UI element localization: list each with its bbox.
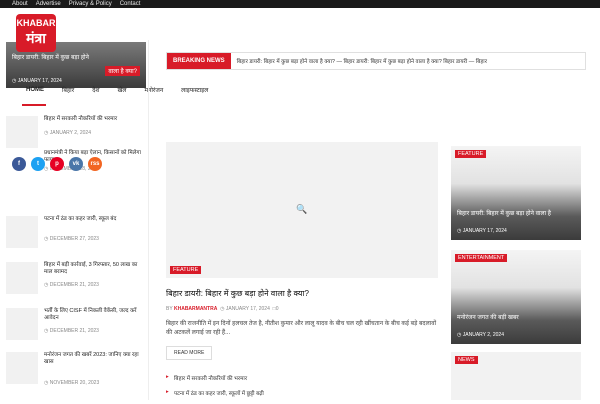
- nav-item-desh[interactable]: देश: [92, 86, 99, 94]
- nav-item-khel[interactable]: खेल: [117, 86, 126, 94]
- list-thumbnail[interactable]: [6, 216, 38, 248]
- left-hero-title[interactable]: बिहार डायरी: बिहार में कुछ बड़ा होने: [12, 54, 140, 62]
- pinterest-icon[interactable]: p: [50, 157, 64, 171]
- right-card[interactable]: FEATURE बिहार डायरी: बिहार में कुछ बड़ा …: [451, 146, 581, 240]
- list-item-date: ◷ JANUARY 2, 2024: [44, 130, 91, 136]
- breaking-news-bar: BREAKING NEWS बिहार डायरी: बिहार में कुछ…: [166, 52, 586, 70]
- featured-date: JANUARY 17, 2024: [225, 306, 270, 312]
- list-item-title[interactable]: भर्ती के लिए CISF में निकली वैकेंसी, जल्…: [44, 308, 146, 322]
- breaking-news-label: BREAKING NEWS: [167, 53, 231, 69]
- topbar-link-contact[interactable]: Contact: [120, 1, 141, 7]
- left-hero-tag: वाला है क्या?: [105, 66, 140, 76]
- breaking-news-ticker[interactable]: बिहार डायरी: बिहार में कुछ बड़ा होने वाल…: [231, 57, 487, 65]
- logo-line1: KHABAR: [16, 18, 56, 28]
- site-logo[interactable]: KHABAR मंत्रा: [16, 14, 56, 52]
- bullet-link[interactable]: बिहार में सरकारी नौकरियों की भरमार: [166, 374, 438, 382]
- right-card[interactable]: ENTERTAINMENT मनोरंजन जगत की बड़ी खबर ◷ …: [451, 250, 581, 344]
- card-date: ◷ JANUARY 2, 2024: [457, 332, 504, 338]
- search-icon[interactable]: 🔍: [296, 204, 307, 215]
- featured-category-tag[interactable]: FEATURE: [170, 266, 202, 274]
- card-title[interactable]: मनोरंजन जगत की बड़ी खबर: [457, 314, 575, 322]
- comment-count[interactable]: 0: [276, 306, 279, 312]
- twitter-icon[interactable]: t: [31, 157, 45, 171]
- topbar-link-advertise[interactable]: Advertise: [36, 1, 61, 7]
- topbar-link-privacy[interactable]: Privacy & Policy: [69, 1, 112, 7]
- nav-item-lifestyle[interactable]: लाइफस्टाइल: [181, 86, 208, 94]
- list-item[interactable]: पटना में ठंड का कहर जारी, स्कूल बंद ◷ DE…: [6, 216, 146, 256]
- list-item-date: ◷ NOVEMBER 20, 2023: [44, 380, 100, 386]
- card-date: ◷ JANUARY 17, 2024: [457, 228, 507, 234]
- column-divider: [148, 40, 149, 400]
- nav-active-indicator: [22, 104, 46, 106]
- share-bar: f t p vk rss: [12, 157, 102, 171]
- card-category-tag[interactable]: ENTERTAINMENT: [455, 254, 508, 262]
- card-title[interactable]: बिहार डायरी: बिहार में कुछ बड़ा होने वाल…: [457, 210, 575, 218]
- list-item-date: ◷ DECEMBER 21, 2023: [44, 282, 99, 288]
- topbar-link-about[interactable]: About: [12, 1, 28, 7]
- list-thumbnail[interactable]: [6, 352, 38, 384]
- list-item-title[interactable]: बिहार में सरकारी नौकरियों की भरमार: [44, 116, 146, 123]
- nav-item-bihar[interactable]: बिहार: [62, 86, 74, 94]
- featured-meta: BY KHABARMANTRA ◷ JANUARY 17, 2024 □0: [166, 306, 278, 312]
- list-item[interactable]: मनोरंजन जगत की खबरें 2023: जानिए क्या रह…: [6, 352, 146, 392]
- featured-image[interactable]: 🔍: [166, 142, 438, 278]
- list-item[interactable]: भर्ती के लिए CISF में निकली वैकेंसी, जल्…: [6, 308, 146, 348]
- card-category-tag[interactable]: NEWS: [455, 356, 478, 364]
- right-card[interactable]: NEWS: [451, 352, 581, 400]
- top-bar: About Advertise Privacy & Policy Contact: [0, 0, 600, 8]
- left-hero-date: ◷ JANUARY 17, 2024: [12, 78, 62, 84]
- list-item-date: ◷ DECEMBER 21, 2023: [44, 328, 99, 334]
- list-item-title[interactable]: पटना में ठंड का कहर जारी, स्कूल बंद: [44, 216, 146, 223]
- list-item-date: ◷ DECEMBER 27, 2023: [44, 236, 99, 242]
- bullet-link[interactable]: पटना में ठंड का कहर जारी, स्कूलों में छु…: [166, 389, 438, 397]
- list-thumbnail[interactable]: [6, 116, 38, 148]
- featured-title[interactable]: बिहार डायरी: बिहार में कुछ बड़ा होने वाल…: [166, 288, 438, 299]
- main-nav: HOME बिहार देश खेल मनोरंजन लाइफस्टाइल: [26, 86, 208, 94]
- nav-item-home[interactable]: HOME: [26, 87, 44, 93]
- featured-excerpt: बिहार की राजनीति में इन दिनों हलचल तेज ह…: [166, 321, 437, 336]
- author-prefix: BY: [166, 306, 173, 312]
- list-thumbnail[interactable]: [6, 262, 38, 294]
- list-item-title[interactable]: मनोरंजन जगत की खबरें 2023: जानिए क्या रह…: [44, 352, 146, 366]
- list-thumbnail[interactable]: [6, 308, 38, 340]
- list-item[interactable]: बिहार में बड़ी कार्रवाई, 3 गिरफ्तार, 50 …: [6, 262, 146, 302]
- list-item-title[interactable]: बिहार में बड़ी कार्रवाई, 3 गिरफ्तार, 50 …: [44, 262, 146, 276]
- left-hero-date-text: JANUARY 17, 2024: [17, 78, 62, 84]
- rss-icon[interactable]: rss: [88, 157, 102, 171]
- clock-icon: ◷: [220, 306, 225, 312]
- vk-icon[interactable]: vk: [69, 157, 83, 171]
- read-more-button[interactable]: READ MORE: [166, 346, 213, 360]
- logo-line2: मंत्रा: [26, 30, 46, 46]
- facebook-icon[interactable]: f: [12, 157, 26, 171]
- author-link[interactable]: KHABARMANTRA: [174, 306, 217, 312]
- card-category-tag[interactable]: FEATURE: [455, 150, 487, 158]
